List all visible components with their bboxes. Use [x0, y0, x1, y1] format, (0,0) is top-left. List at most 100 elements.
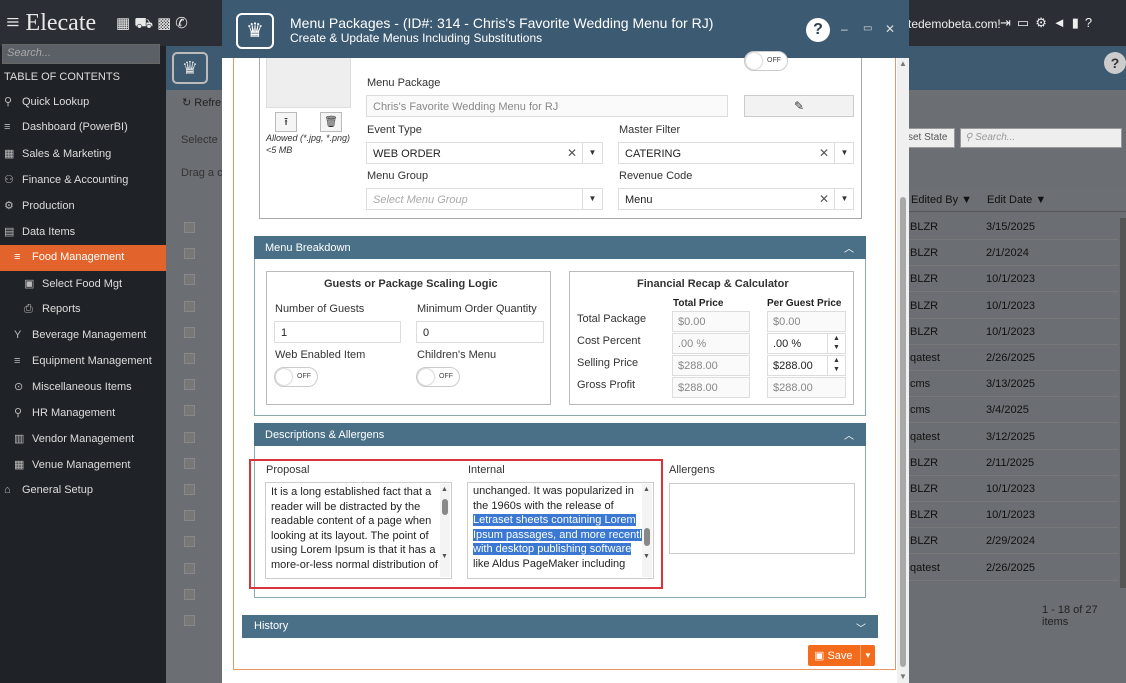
col-edit-date[interactable]: Edit Date ▼	[987, 194, 1046, 206]
row-checkbox[interactable]	[184, 536, 195, 548]
sidebar-item[interactable]: ⚲ HR Management	[0, 400, 166, 426]
truck-icon[interactable]: ⛟	[134, 15, 157, 32]
sidebar-item[interactable]: ≡ Food Management	[0, 245, 166, 271]
scroll-up-icon[interactable]: ▲	[643, 486, 650, 493]
chevron-down-icon[interactable]: ﹀	[856, 620, 866, 635]
quick-icons[interactable]: ▦⛟▩✆	[116, 14, 192, 34]
scroll-down-icon[interactable]: ▼	[441, 553, 448, 560]
refresh-button[interactable]: ↻ Refre	[182, 96, 221, 109]
table-row[interactable]: BLZR 10/1/2023	[908, 476, 1118, 502]
scroll-up-icon[interactable]: ▲	[899, 59, 907, 68]
row-checkbox[interactable]	[184, 615, 195, 626]
history-header[interactable]: History ﹀	[242, 615, 878, 638]
menu-package-input[interactable]: Chris's Favorite Wedding Menu for RJ	[366, 95, 728, 117]
sidebar-item[interactable]: ▥ Vendor Management	[0, 426, 166, 452]
clear-icon[interactable]: ✕	[819, 192, 829, 206]
bookmark-icon[interactable]: ▮	[1072, 15, 1085, 30]
clear-icon[interactable]: ✕	[819, 146, 829, 160]
row-checkbox[interactable]	[184, 274, 195, 286]
filter-icon[interactable]: ▼	[1035, 194, 1046, 206]
sidebar-item[interactable]: ▦ Sales & Marketing	[0, 141, 166, 167]
user-email[interactable]: tedemobeta.com!	[908, 17, 1001, 31]
table-row[interactable]: BLZR 10/1/2023	[908, 293, 1118, 319]
chevron-down-icon[interactable]: ▼	[834, 142, 854, 164]
table-row[interactable]: BLZR 10/1/2023	[908, 319, 1118, 345]
table-row[interactable]: BLZR 10/1/2023	[908, 502, 1118, 529]
sidebar-search-input[interactable]: Search...	[2, 44, 160, 64]
num-guests-input[interactable]: 1	[274, 321, 401, 343]
sidebar-item[interactable]: ⌂ General Setup	[0, 478, 166, 504]
table-row[interactable]: qatest 2/26/2025	[908, 345, 1118, 371]
scroll-down-icon[interactable]: ▼	[643, 553, 650, 560]
row-checkbox[interactable]	[184, 588, 195, 600]
internal-textarea[interactable]: unchanged. It was popularized in the 1960…	[467, 482, 654, 579]
reset-state-button[interactable]: set State	[905, 128, 955, 148]
scroll-up-icon[interactable]: ▲	[441, 486, 448, 493]
table-row[interactable]: BLZR 10/1/2023	[908, 266, 1118, 293]
row-checkbox[interactable]	[184, 222, 195, 233]
chevron-up-icon[interactable]: ︿	[844, 427, 854, 442]
chevron-down-icon[interactable]: ▼	[582, 188, 602, 210]
megaphone-icon[interactable]: ◄	[1053, 15, 1072, 30]
folder-icon[interactable]: ▭	[1017, 15, 1035, 30]
allergens-box[interactable]	[669, 483, 855, 554]
min-order-input[interactable]: 0	[416, 321, 544, 343]
row-checkbox[interactable]	[184, 353, 195, 364]
chevron-up-icon[interactable]: ︿	[844, 240, 854, 255]
web-enabled-toggle[interactable]: OFF	[274, 367, 318, 387]
sidebar-item[interactable]: ⎙ Reports	[0, 297, 166, 323]
proposal-scroll-thumb[interactable]	[442, 499, 448, 515]
row-checkbox[interactable]	[184, 326, 195, 338]
modal-scroll-thumb[interactable]	[900, 197, 906, 667]
descriptions-header[interactable]: Descriptions & Allergens ︿	[254, 423, 866, 446]
page-help-icon[interactable]: ?	[1104, 52, 1126, 74]
edit-package-button[interactable]: ✎	[744, 95, 854, 117]
grid-scrollbar[interactable]	[1120, 218, 1126, 588]
minimize-icon[interactable]: –	[841, 22, 848, 36]
col-edited-by[interactable]: Edited By ▼	[911, 194, 972, 206]
table-row[interactable]: BLZR 3/15/2025	[908, 214, 1118, 240]
sidebar-item[interactable]: ⚙ Production	[0, 193, 166, 219]
row-checkbox[interactable]	[184, 405, 195, 417]
row-checkbox[interactable]	[184, 457, 195, 469]
chevron-down-icon[interactable]: ▼	[582, 142, 602, 164]
sidebar-item[interactable]: ▣ Select Food Mgt	[0, 271, 166, 297]
upload-button[interactable]: ⭱	[275, 112, 297, 132]
menu-breakdown-header[interactable]: Menu Breakdown ︿	[254, 236, 866, 259]
sidebar-item[interactable]: ⊙ Miscellaneous Items	[0, 374, 166, 400]
table-row[interactable]: BLZR 2/11/2025	[908, 450, 1118, 476]
row-checkbox[interactable]	[184, 379, 195, 391]
table-row[interactable]: cms 3/4/2025	[908, 397, 1118, 424]
row-checkbox[interactable]	[184, 248, 195, 260]
row-checkbox[interactable]	[184, 484, 195, 495]
scroll-down-icon[interactable]: ▼	[899, 672, 907, 681]
help-icon[interactable]: ?	[1085, 15, 1098, 30]
building-icon[interactable]: ▩	[157, 15, 175, 32]
logout-icon[interactable]: ⇥	[1000, 15, 1017, 30]
sidebar-item[interactable]: ⚲ Quick Lookup	[0, 89, 166, 115]
modal-help-icon[interactable]: ?	[806, 18, 830, 42]
menu-group-select[interactable]: Select Menu Group	[366, 188, 603, 210]
app-logo[interactable]: ≡ Elecate	[6, 10, 96, 37]
internal-scroll-thumb[interactable]	[644, 528, 650, 546]
row-checkbox[interactable]	[184, 300, 195, 312]
spinner-arrows[interactable]: ▲ ▼	[827, 334, 845, 354]
table-row[interactable]: BLZR 2/29/2024	[908, 528, 1118, 555]
sidebar-item[interactable]: ▤ Data Items	[0, 219, 166, 245]
sidebar-item[interactable]: ≡ Equipment Management	[0, 349, 166, 375]
save-options-caret[interactable]: ▼	[860, 645, 875, 666]
sidebar-item[interactable]: Y Beverage Management	[0, 323, 166, 349]
phone-icon[interactable]: ✆	[175, 15, 192, 32]
childrens-menu-toggle[interactable]: OFF	[416, 367, 460, 387]
proposal-scrollbar[interactable]	[440, 484, 450, 577]
spinner-arrows[interactable]: ▲ ▼	[827, 356, 845, 376]
row-checkbox[interactable]	[184, 510, 195, 522]
maximize-icon[interactable]: ▭	[863, 23, 872, 34]
filter-icon[interactable]: ▼	[961, 194, 972, 206]
package-active-toggle[interactable]: OFF	[744, 51, 788, 71]
delete-image-button[interactable]: 🗑	[320, 112, 342, 132]
table-row[interactable]: qatest 2/26/2025	[908, 555, 1118, 581]
sidebar-item[interactable]: ≡ Dashboard (PowerBI)	[0, 115, 166, 141]
chevron-down-icon[interactable]: ▼	[834, 188, 854, 210]
table-row[interactable]: cms 3/13/2025	[908, 371, 1118, 398]
